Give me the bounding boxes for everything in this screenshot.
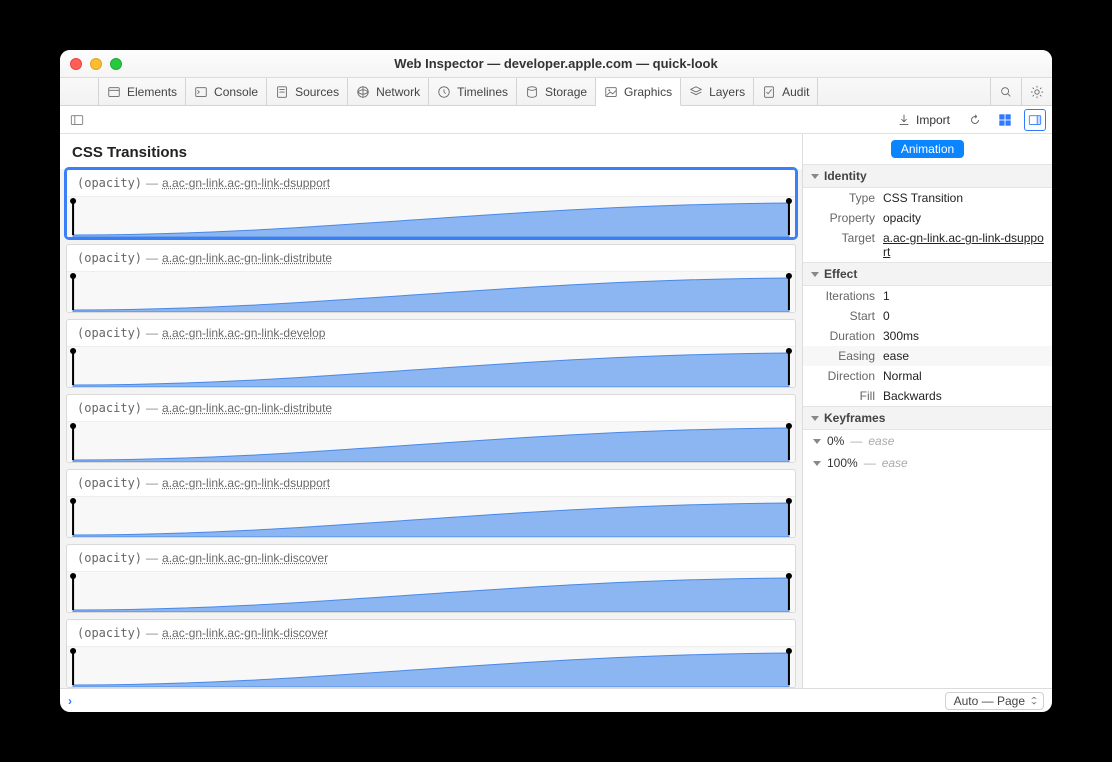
dock-popout-icon[interactable] [84, 78, 94, 105]
sub-toolbar: Import [60, 106, 1052, 134]
animation-card[interactable]: (opacity) — a.ac-gn-link.ac-gn-link-dist… [66, 244, 796, 313]
download-icon [897, 113, 911, 127]
animation-property: (opacity) [77, 551, 142, 565]
animation-curve [67, 347, 795, 387]
main-pane[interactable]: CSS Transitions (opacity) — a.ac-gn-link… [60, 134, 802, 688]
settings-button[interactable] [1021, 78, 1052, 105]
animation-target-link[interactable]: a.ac-gn-link.ac-gn-link-discover [162, 626, 328, 640]
animation-target-link[interactable]: a.ac-gn-link.ac-gn-link-distribute [162, 251, 332, 265]
animation-target-link[interactable]: a.ac-gn-link.ac-gn-link-discover [162, 551, 328, 565]
animation-card[interactable]: (opacity) — a.ac-gn-link.ac-gn-link-disc… [66, 619, 796, 688]
tab-elements[interactable]: Elements [99, 78, 186, 105]
sidebar-tabs: Animation [803, 134, 1052, 164]
chevron-down-icon [813, 461, 821, 466]
tab-console[interactable]: Console [186, 78, 267, 105]
animation-property: (opacity) [77, 401, 142, 415]
animation-curve [67, 497, 795, 537]
chevron-down-icon [811, 272, 819, 277]
animation-card[interactable]: (opacity) — a.ac-gn-link.ac-gn-link-dsup… [66, 469, 796, 538]
dock-buttons [60, 78, 99, 105]
console-prompt-icon[interactable]: › [68, 694, 72, 708]
audit-icon [762, 85, 776, 99]
animation-target-link[interactable]: a.ac-gn-link.ac-gn-link-develop [162, 326, 325, 340]
animation-curve [67, 272, 795, 312]
animation-header: (opacity) — a.ac-gn-link.ac-gn-link-deve… [67, 320, 795, 347]
elements-icon [107, 85, 121, 99]
tab-network[interactable]: Network [348, 78, 429, 105]
console-icon [194, 85, 208, 99]
grid-view-button[interactable] [994, 109, 1016, 131]
gear-icon [1030, 85, 1044, 99]
search-icon [999, 85, 1013, 99]
animation-header: (opacity) — a.ac-gn-link.ac-gn-link-dsup… [67, 170, 795, 197]
dock-left-icon[interactable] [64, 78, 74, 105]
tab-bar: Elements Console Sources Network Timelin… [60, 78, 1052, 106]
tab-timelines[interactable]: Timelines [429, 78, 517, 105]
search-button[interactable] [990, 78, 1021, 105]
animation-target-link[interactable]: a.ac-gn-link.ac-gn-link-dsupport [162, 476, 330, 490]
keyframes-heading[interactable]: Keyframes [803, 406, 1052, 430]
refresh-button[interactable] [964, 109, 986, 131]
animation-card[interactable]: (opacity) — a.ac-gn-link.ac-gn-link-dist… [66, 394, 796, 463]
animation-header: (opacity) — a.ac-gn-link.ac-gn-link-disc… [67, 545, 795, 572]
content-body: CSS Transitions (opacity) — a.ac-gn-link… [60, 134, 1052, 688]
dock-bottom-icon[interactable] [74, 78, 84, 105]
animation-property: (opacity) [77, 476, 142, 490]
effect-heading[interactable]: Effect [803, 262, 1052, 286]
window-title: Web Inspector — developer.apple.com — qu… [60, 56, 1052, 71]
animation-header: (opacity) — a.ac-gn-link.ac-gn-link-dist… [67, 395, 795, 422]
context-dropdown[interactable]: Auto — Page [945, 692, 1044, 710]
inspector-window: Web Inspector — developer.apple.com — qu… [60, 50, 1052, 712]
layers-icon [689, 85, 703, 99]
animation-property: (opacity) [77, 626, 142, 640]
keyframe-row[interactable]: 0% — ease [803, 430, 1052, 452]
storage-icon [525, 85, 539, 99]
tab-storage[interactable]: Storage [517, 78, 596, 105]
timelines-icon [437, 85, 451, 99]
details-sidebar: Animation Identity TypeCSS Transition Pr… [802, 134, 1052, 688]
keyframe-row[interactable]: 100% — ease [803, 452, 1052, 474]
graphics-icon [604, 85, 618, 99]
right-sidebar-toggle[interactable] [1024, 109, 1046, 131]
animation-curve [67, 572, 795, 612]
network-icon [356, 85, 370, 99]
tab-layers[interactable]: Layers [681, 78, 754, 105]
animation-header: (opacity) — a.ac-gn-link.ac-gn-link-disc… [67, 620, 795, 647]
sources-icon [275, 85, 289, 99]
tab-graphics[interactable]: Graphics [596, 78, 681, 106]
chevron-down-icon [811, 416, 819, 421]
animation-property: (opacity) [77, 176, 142, 190]
animation-card[interactable]: (opacity) — a.ac-gn-link.ac-gn-link-dsup… [66, 169, 796, 238]
animation-property: (opacity) [77, 251, 142, 265]
titlebar: Web Inspector — developer.apple.com — qu… [60, 50, 1052, 78]
animation-target-link[interactable]: a.ac-gn-link.ac-gn-link-dsupport [162, 176, 330, 190]
left-sidebar-toggle[interactable] [66, 109, 88, 131]
tab-audit[interactable]: Audit [754, 78, 818, 105]
animation-header: (opacity) — a.ac-gn-link.ac-gn-link-dist… [67, 245, 795, 272]
chevron-down-icon [813, 439, 821, 444]
animation-curve [67, 197, 795, 237]
chevron-down-icon [811, 174, 819, 179]
animation-curve [67, 647, 795, 687]
animation-header: (opacity) — a.ac-gn-link.ac-gn-link-dsup… [67, 470, 795, 497]
identity-heading[interactable]: Identity [803, 164, 1052, 188]
animation-property: (opacity) [77, 326, 142, 340]
identity-target-link[interactable]: a.ac-gn-link.ac-gn-link-dsupport [883, 231, 1044, 259]
import-button[interactable]: Import [891, 113, 956, 127]
status-bar: › Auto — Page [60, 688, 1052, 712]
animation-card[interactable]: (opacity) — a.ac-gn-link.ac-gn-link-deve… [66, 319, 796, 388]
animation-tab-pill[interactable]: Animation [891, 140, 964, 158]
animation-card[interactable]: (opacity) — a.ac-gn-link.ac-gn-link-disc… [66, 544, 796, 613]
animation-curve [67, 422, 795, 462]
section-heading: CSS Transitions [60, 134, 802, 169]
animation-target-link[interactable]: a.ac-gn-link.ac-gn-link-distribute [162, 401, 332, 415]
tab-sources[interactable]: Sources [267, 78, 348, 105]
